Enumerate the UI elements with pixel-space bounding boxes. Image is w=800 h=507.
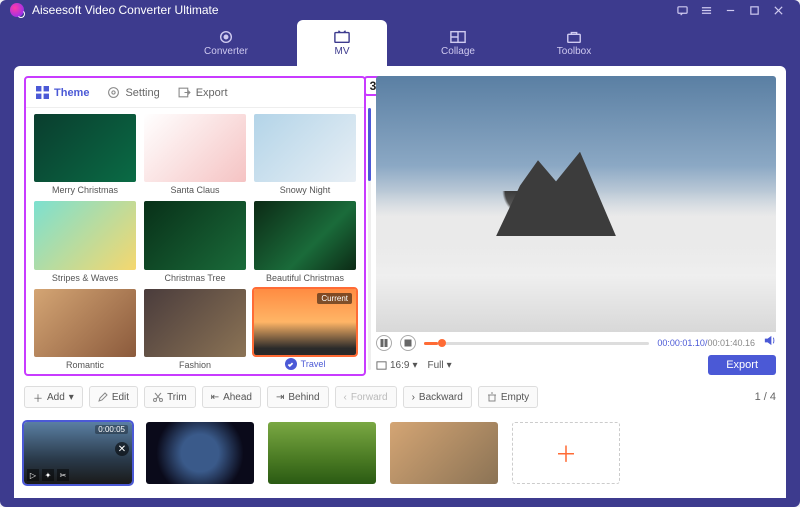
- nav-label: Toolbox: [557, 46, 591, 57]
- maximize-icon[interactable]: [742, 0, 766, 20]
- theme-item[interactable]: Current Travel: [254, 289, 356, 370]
- clip-item[interactable]: [146, 422, 254, 484]
- theme-item[interactable]: Fashion: [144, 289, 246, 370]
- add-clip-button[interactable]: ＋: [512, 422, 620, 484]
- remove-clip-icon[interactable]: ✕: [115, 442, 129, 456]
- nav-mv[interactable]: MV: [297, 20, 387, 66]
- ratio-row: 16:9 ▾ Full ▾ Export: [376, 354, 776, 376]
- tab-theme[interactable]: Theme: [36, 86, 89, 99]
- time-display: 00:00:01.10/00:01:40.16: [657, 338, 755, 348]
- nav-label: MV: [335, 46, 350, 57]
- stop-button[interactable]: [400, 335, 416, 351]
- forward-button[interactable]: ‹Forward: [335, 386, 397, 408]
- chevron-down-icon: ▾: [69, 392, 74, 403]
- chevron-down-icon: ▾: [447, 360, 452, 371]
- main-nav: Converter MV Collage Toolbox: [0, 20, 800, 66]
- tab-label: Theme: [54, 87, 89, 99]
- theme-item[interactable]: Snowy Night: [254, 114, 356, 195]
- preview-video[interactable]: [376, 76, 776, 332]
- clip-item[interactable]: [268, 422, 376, 484]
- main-area: 3 Theme Setting Export: [14, 66, 786, 498]
- edit-clip-icon[interactable]: ✦: [42, 469, 54, 481]
- trim-button[interactable]: Trim: [144, 386, 196, 408]
- nav-label: Collage: [441, 46, 475, 57]
- trim-clip-icon[interactable]: ✂: [57, 469, 69, 481]
- clip-counter: 1 / 4: [755, 391, 776, 403]
- clip-toolbar: ＋Add▾ Edit Trim ⇤Ahead ⇥Behind ‹Forward …: [24, 384, 776, 410]
- tab-export[interactable]: Export: [178, 86, 228, 99]
- full-select[interactable]: Full ▾: [428, 360, 452, 371]
- tab-label: Setting: [125, 87, 159, 99]
- nav-collage[interactable]: Collage: [413, 20, 503, 66]
- theme-item[interactable]: Beautiful Christmas: [254, 201, 356, 282]
- minimize-icon[interactable]: [718, 0, 742, 20]
- aspect-ratio-select[interactable]: 16:9 ▾: [376, 360, 418, 371]
- volume-icon[interactable]: [763, 334, 776, 352]
- seek-bar[interactable]: [424, 342, 649, 345]
- app-title: Aiseesoft Video Converter Ultimate: [32, 3, 219, 17]
- tab-setting[interactable]: Setting: [107, 86, 159, 99]
- nav-label: Converter: [204, 46, 248, 57]
- theme-panel: 3 Theme Setting Export: [24, 76, 366, 376]
- nav-toolbox[interactable]: Toolbox: [529, 20, 619, 66]
- close-icon[interactable]: [766, 0, 790, 20]
- menu-icon[interactable]: [694, 0, 718, 20]
- check-icon: [285, 358, 297, 370]
- theme-item[interactable]: Stripes & Waves: [34, 201, 136, 282]
- app-window: Aiseesoft Video Converter Ultimate Conve…: [0, 0, 800, 507]
- current-tag: Current: [317, 293, 352, 304]
- theme-item[interactable]: Santa Claus: [144, 114, 246, 195]
- theme-item[interactable]: Christmas Tree: [144, 201, 246, 282]
- clip-duration: 0:00:05: [95, 425, 128, 434]
- clip-item[interactable]: [390, 422, 498, 484]
- tab-label: Export: [196, 87, 228, 99]
- theme-item[interactable]: Romantic: [34, 289, 136, 370]
- playback-row: 00:00:01.10/00:01:40.16: [376, 332, 776, 354]
- feedback-icon[interactable]: [670, 0, 694, 20]
- chevron-down-icon: ▾: [412, 360, 417, 371]
- clip-overlay: ▷✦✂: [27, 469, 69, 481]
- add-button[interactable]: ＋Add▾: [24, 386, 83, 408]
- behind-button[interactable]: ⇥Behind: [267, 386, 329, 408]
- edit-button[interactable]: Edit: [89, 386, 138, 408]
- theme-scrollbar[interactable]: [368, 108, 371, 370]
- pause-button[interactable]: [376, 335, 392, 351]
- preview-panel: 00:00:01.10/00:01:40.16 16:9 ▾ Full ▾ Ex…: [376, 76, 776, 376]
- clip-item[interactable]: 0:00:05 ✕ ▷✦✂: [24, 422, 132, 484]
- play-icon[interactable]: ▷: [27, 469, 39, 481]
- nav-converter[interactable]: Converter: [181, 20, 271, 66]
- panel-tabs: Theme Setting Export: [26, 78, 364, 108]
- theme-grid: Merry Christmas Santa Claus Snowy Night …: [26, 108, 364, 374]
- theme-item[interactable]: Merry Christmas: [34, 114, 136, 195]
- title-bar: Aiseesoft Video Converter Ultimate: [0, 0, 800, 20]
- empty-button[interactable]: Empty: [478, 386, 538, 408]
- ahead-button[interactable]: ⇤Ahead: [202, 386, 261, 408]
- export-button[interactable]: Export: [708, 355, 776, 375]
- app-logo-icon: [10, 3, 24, 17]
- clip-strip: 0:00:05 ✕ ▷✦✂ ＋: [24, 418, 776, 488]
- backward-button[interactable]: ›Backward: [403, 386, 472, 408]
